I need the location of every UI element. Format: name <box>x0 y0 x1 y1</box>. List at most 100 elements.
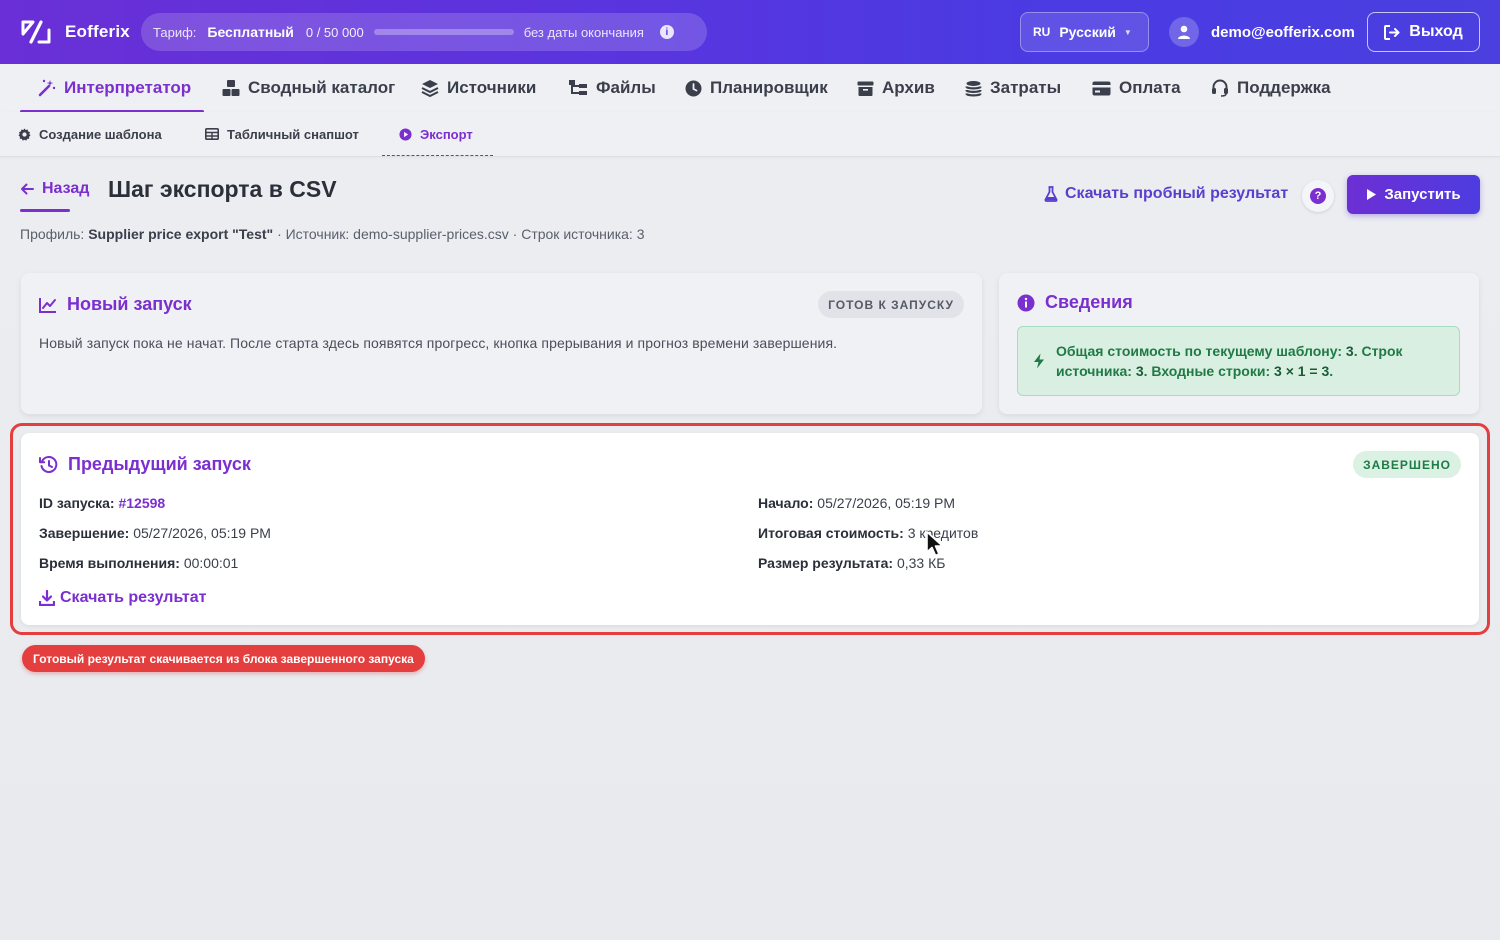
nav-label: Поддержка <box>1237 78 1331 97</box>
duration-label: Время выполнения: <box>39 555 180 571</box>
app-logo[interactable]: Eofferix <box>20 18 130 46</box>
page-meta: Профиль: Supplier price export "Test" · … <box>20 226 645 242</box>
credit-card-icon <box>1092 81 1111 95</box>
nav-label: Архив <box>882 78 935 97</box>
new-run-card: Новый запуск ГОТОВ К ЗАПУСКУ Новый запус… <box>21 273 982 414</box>
plan-pill: Тариф: Бесплатный 0 / 50 000 без даты ок… <box>141 13 707 51</box>
subtab-label: Экспорт <box>420 126 473 142</box>
new-run-title-text: Новый запуск <box>67 294 192 314</box>
coins-icon <box>965 80 982 96</box>
language-select[interactable]: RU Русский ▼ <box>1020 12 1149 52</box>
cost-text: . Входные строки: <box>1143 363 1275 379</box>
user-email: demo@eofferix.com <box>1211 23 1355 41</box>
cost-text: . Строк <box>1353 343 1403 359</box>
logout-button[interactable]: Выход <box>1367 12 1480 52</box>
sub-nav: Создание шаблона Табличный снапшот Экспо… <box>0 112 1500 157</box>
nav-sources[interactable]: Источники <box>421 64 536 112</box>
meta-profile-value: Supplier price export "Test" <box>88 226 274 242</box>
completed-badge: ЗАВЕРШЕНО <box>1353 451 1461 478</box>
cost-info-box: Общая стоимость по текущему шаблону: 3. … <box>1017 326 1460 396</box>
subtab-table-snapshot[interactable]: Табличный снапшот <box>205 112 359 156</box>
nav-label: Файлы <box>596 78 656 97</box>
cost-info-text: Общая стоимость по текущему шаблону: 3. … <box>1056 341 1446 381</box>
nav-payment[interactable]: Оплата <box>1092 64 1181 112</box>
boxes-icon <box>222 80 240 96</box>
mouse-cursor-icon <box>926 531 944 557</box>
user-avatar-icon <box>1169 17 1199 47</box>
meta-source-info: · Источник: demo-supplier-prices.csv · С… <box>277 226 645 242</box>
run-button[interactable]: Запустить <box>1347 175 1480 214</box>
cost-text: Общая стоимость по текущему шаблону: <box>1056 343 1346 359</box>
total-cost-label: Итоговая стоимость: <box>758 525 904 541</box>
start-time-label: Начало: <box>758 495 814 511</box>
start-time-row: Начало: 05/27/2026, 05:19 PM <box>758 495 955 511</box>
active-subtab-underline <box>382 155 493 156</box>
nav-interpreter[interactable]: Интерпретатор <box>38 64 191 112</box>
layers-icon <box>421 80 439 97</box>
arrow-left-icon <box>21 183 34 195</box>
input-rows-formula: 3 × 1 = 3 <box>1274 363 1330 379</box>
chevron-down-icon: ▼ <box>1123 27 1132 37</box>
flask-icon <box>1044 186 1058 202</box>
file-tree-icon <box>569 80 587 95</box>
end-time-label: Завершение: <box>39 525 130 541</box>
subtab-template[interactable]: Создание шаблона <box>18 112 162 156</box>
logo-icon <box>21 20 51 44</box>
top-bar: Eofferix Тариф: Бесплатный 0 / 50 000 бе… <box>0 0 1500 64</box>
plan-usage-bar <box>373 29 514 35</box>
info-icon[interactable]: i <box>659 25 674 39</box>
back-underline <box>20 209 70 212</box>
cost-value: 3 <box>1345 343 1354 359</box>
main-nav: Интерпретатор Сводный каталог Источники … <box>0 64 1500 113</box>
nav-label: Затраты <box>990 78 1062 97</box>
nav-catalog[interactable]: Сводный каталог <box>222 64 395 112</box>
nav-label: Оплата <box>1119 78 1181 97</box>
subtab-label: Табличный снапшот <box>227 126 359 142</box>
language-code: RU <box>1033 25 1051 39</box>
duration-row: Время выполнения: 00:00:01 <box>39 555 238 571</box>
info-circle-icon <box>1017 294 1035 311</box>
nav-files[interactable]: Файлы <box>568 64 656 112</box>
details-card: Сведения Общая стоимость по текущему шаб… <box>999 273 1479 414</box>
run-id-row: ID запуска: #12598 <box>39 495 165 511</box>
nav-costs[interactable]: Затраты <box>965 64 1061 112</box>
subtab-export[interactable]: Экспорт <box>399 112 473 156</box>
result-size-label: Размер результата: <box>758 555 894 571</box>
download-result-label: Скачать результат <box>60 589 207 606</box>
question-icon: ? <box>1310 188 1326 204</box>
subtab-label: Создание шаблона <box>39 126 162 142</box>
help-button[interactable]: ? <box>1302 180 1334 212</box>
status-badge: ГОТОВ К ЗАПУСКУ <box>818 291 964 318</box>
nav-archive[interactable]: Архив <box>857 64 935 112</box>
previous-run-title: Предыдущий запуск <box>39 454 251 475</box>
play-icon <box>1367 189 1377 200</box>
download-sample-button[interactable]: Скачать пробный результат <box>1044 185 1288 203</box>
new-run-description: Новый запуск пока не начат. После старта… <box>39 335 838 351</box>
download-sample-label: Скачать пробный результат <box>1065 185 1289 202</box>
nav-support[interactable]: Поддержка <box>1211 64 1331 112</box>
cost-text: источника: <box>1056 363 1136 379</box>
run-id-label: ID запуска: <box>39 495 115 511</box>
result-size-row: Размер результата: 0,33 КБ <box>758 555 945 571</box>
nav-label: Сводный каталог <box>248 78 396 97</box>
history-icon <box>39 455 58 473</box>
bolt-icon <box>1034 353 1044 369</box>
back-label: Назад <box>42 180 90 197</box>
run-id-link[interactable]: #12598 <box>118 495 165 511</box>
plan-expiry: без даты окончания <box>523 24 644 40</box>
logout-label: Выход <box>1409 23 1463 40</box>
end-time-value: 05/27/2026, 05:19 PM <box>133 525 271 541</box>
gear-icon <box>18 127 31 141</box>
play-circle-icon <box>399 127 412 141</box>
nav-scheduler[interactable]: Планировщик <box>685 64 828 112</box>
clock-icon <box>685 80 702 96</box>
page-title: Шаг экспорта в CSV <box>108 176 337 202</box>
user-menu[interactable]: demo@eofferix.com <box>1169 17 1355 47</box>
run-label: Запустить <box>1384 186 1461 203</box>
start-time-value: 05/27/2026, 05:19 PM <box>817 495 956 511</box>
back-link[interactable]: Назад <box>20 180 89 198</box>
line-chart-icon <box>39 297 56 313</box>
annotation-tooltip: Готовый результат скачивается из блока з… <box>22 645 425 672</box>
app-name: Eofferix <box>65 22 130 41</box>
download-result-button[interactable]: Скачать результат <box>39 589 206 607</box>
